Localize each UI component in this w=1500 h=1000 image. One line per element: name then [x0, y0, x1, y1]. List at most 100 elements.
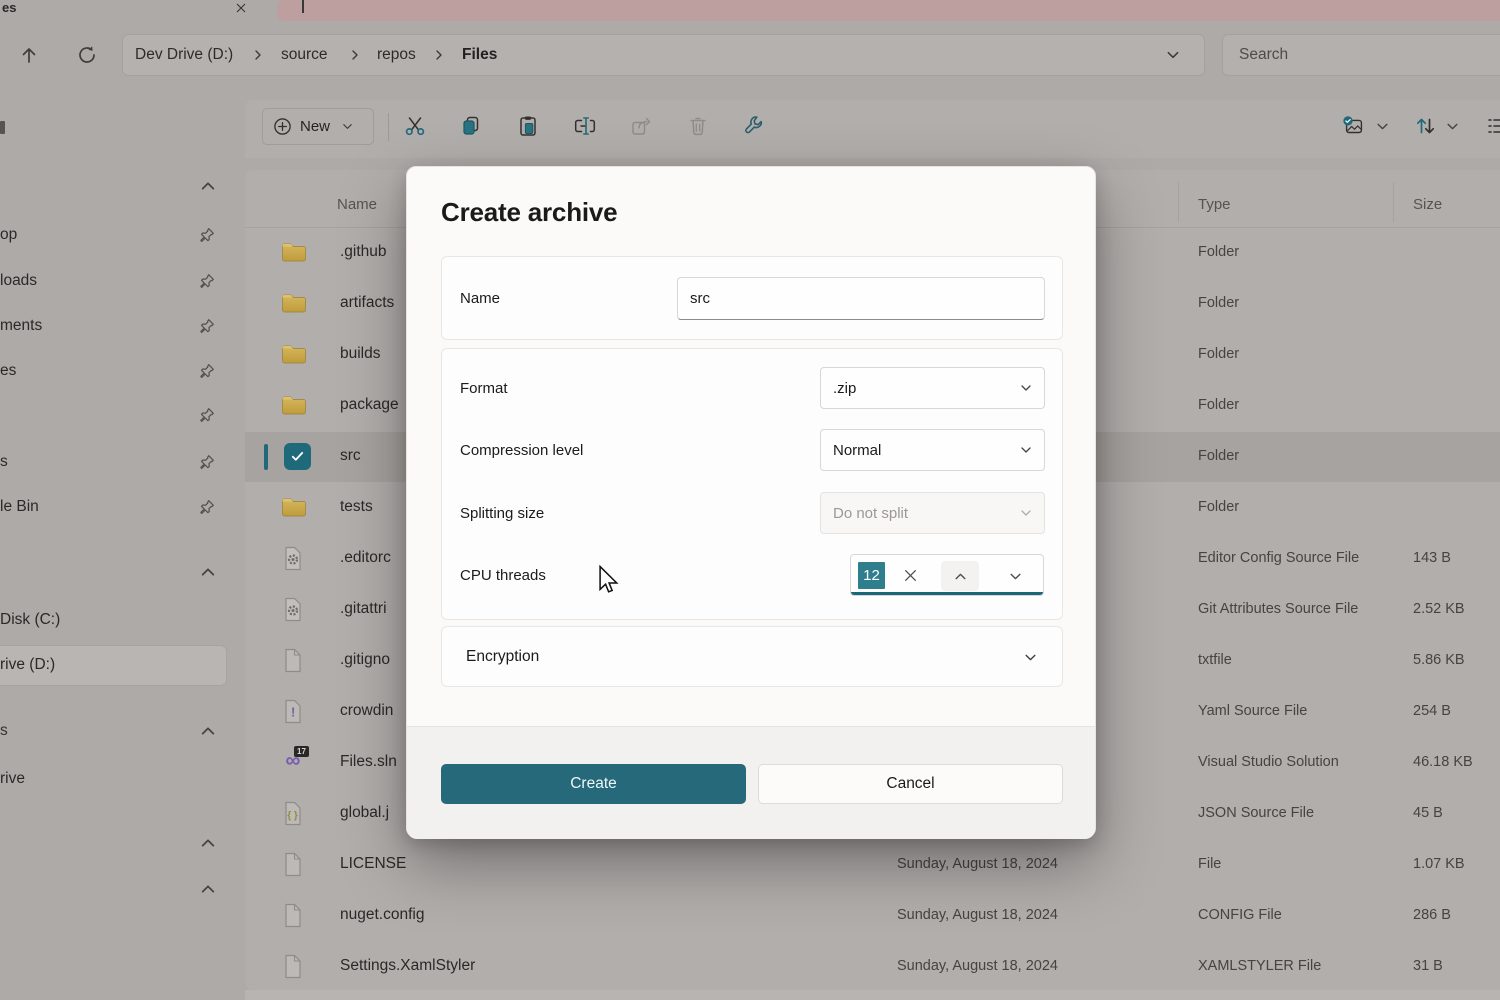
new-button-label: New — [300, 118, 330, 135]
file-icon — [283, 903, 303, 928]
sort-chevron-down-icon[interactable] — [1446, 120, 1459, 133]
column-splitter[interactable] — [1393, 182, 1394, 222]
clear-value-icon[interactable] — [903, 568, 918, 583]
column-header-type[interactable]: Type — [1198, 196, 1231, 213]
search-box[interactable] — [1222, 34, 1500, 76]
encryption-label: Encryption — [466, 648, 539, 666]
tab-close-icon[interactable] — [234, 1, 248, 15]
focus-underline — [851, 592, 1043, 595]
section-collapse-icon[interactable] — [200, 723, 216, 739]
rename-icon[interactable] — [572, 113, 598, 139]
increment-button[interactable] — [941, 561, 979, 591]
json-file-icon: { } — [283, 801, 303, 826]
delete-icon[interactable] — [685, 113, 711, 139]
breadcrumb-item-drive[interactable]: Dev Drive (D:) — [135, 34, 233, 76]
chevron-right-icon — [349, 49, 361, 61]
toolbar-separator — [388, 113, 389, 141]
encryption-expander[interactable]: Encryption — [441, 626, 1063, 687]
sort-icon[interactable] — [1412, 113, 1438, 139]
pin-icon[interactable] — [199, 318, 215, 334]
sidebar-item-local-disk-c[interactable]: Disk (C:) — [0, 611, 60, 631]
search-input[interactable] — [1223, 35, 1500, 75]
column-splitter[interactable] — [1178, 182, 1179, 222]
plus-circle-icon — [273, 117, 292, 136]
view-chevron-down-icon[interactable] — [1376, 120, 1389, 133]
folder-icon — [281, 497, 307, 518]
section-collapse-icon[interactable] — [200, 881, 216, 897]
copy-icon[interactable] — [458, 113, 484, 139]
pin-icon[interactable] — [199, 407, 215, 423]
file-row-nuget-config[interactable]: nuget.config Sunday, August 18, 2024 CON… — [245, 891, 1500, 941]
svg-text:!: ! — [291, 705, 295, 720]
sidebar-item-desktop[interactable]: op — [0, 226, 17, 246]
format-select[interactable]: .zip — [820, 367, 1045, 409]
cpu-threads-label: CPU threads — [460, 567, 546, 584]
sidebar-section-label[interactable]: s — [0, 722, 8, 742]
share-icon[interactable] — [628, 113, 654, 139]
new-tab-fragment[interactable] — [302, 0, 304, 13]
compression-level-select[interactable]: Normal — [820, 429, 1045, 471]
archive-name-input[interactable] — [677, 277, 1045, 320]
section-collapse-icon[interactable] — [200, 835, 216, 851]
tab-title-fragment[interactable]: es — [2, 0, 16, 15]
splitting-size-label: Splitting size — [460, 505, 544, 522]
breadcrumb-item-repos[interactable]: repos — [377, 34, 416, 76]
chevron-right-icon — [252, 49, 264, 61]
sidebar-item-drive[interactable]: rive — [0, 770, 25, 790]
file-icon — [283, 852, 303, 877]
pin-icon[interactable] — [199, 273, 215, 289]
dialog-footer: Create Cancel — [407, 726, 1095, 839]
section-collapse-icon[interactable] — [200, 178, 216, 194]
checkbox-checked-icon[interactable] — [284, 443, 311, 470]
chevron-down-icon — [1020, 507, 1032, 519]
breadcrumb-item-source[interactable]: source — [281, 34, 328, 76]
wrench-icon[interactable] — [742, 113, 768, 139]
column-header-name[interactable]: Name — [337, 196, 377, 213]
sidebar-item-dev-drive-d-label[interactable]: rive (D:) — [0, 656, 55, 676]
file-row-license[interactable]: LICENSE Sunday, August 18, 2024 File 1.0… — [245, 840, 1500, 890]
vs-version-badge: 17 — [294, 746, 309, 757]
pin-icon[interactable] — [199, 454, 215, 470]
compression-level-value: Normal — [833, 442, 881, 459]
new-button[interactable]: New — [262, 108, 374, 145]
splitting-size-select-disabled: Do not split — [820, 492, 1045, 534]
details-list-icon[interactable] — [1486, 113, 1500, 139]
chevron-down-icon — [342, 121, 353, 132]
pin-icon[interactable] — [199, 363, 215, 379]
cpu-threads-spinner[interactable]: 12 — [850, 554, 1044, 596]
sidebar-item-videos[interactable]: s — [0, 453, 8, 473]
sidebar-item-recycle-bin[interactable]: le Bin — [0, 498, 39, 518]
toolbar — [245, 100, 1500, 158]
up-arrow-icon[interactable] — [17, 43, 41, 67]
drives-collapse-icon[interactable] — [200, 564, 216, 580]
breadcrumb-chevron-down-icon[interactable] — [1166, 48, 1180, 62]
chevron-right-icon — [433, 49, 445, 61]
chevron-down-icon[interactable] — [1024, 651, 1037, 664]
cancel-button[interactable]: Cancel — [758, 764, 1063, 804]
selection-indicator — [264, 444, 268, 470]
file-row-settings-xamlstyler[interactable]: Settings.XamlStyler Sunday, August 18, 2… — [245, 942, 1500, 992]
alert-file-icon: ! — [283, 699, 303, 724]
folder-icon — [281, 344, 307, 365]
refresh-icon[interactable] — [75, 43, 99, 67]
sidebar-item-pictures[interactable]: es — [0, 362, 16, 382]
svg-text:{ }: { } — [287, 811, 298, 822]
view-layout-icon[interactable] — [1341, 113, 1367, 139]
pin-icon[interactable] — [199, 499, 215, 515]
paste-icon[interactable] — [515, 113, 541, 139]
sidebar-icon-fragment — [0, 121, 5, 134]
pin-icon[interactable] — [199, 227, 215, 243]
dialog-title: Create archive — [441, 197, 617, 228]
sidebar-item-downloads[interactable]: loads — [0, 272, 37, 292]
chevron-down-icon — [1020, 382, 1032, 394]
sidebar-item-documents[interactable]: ments — [0, 317, 42, 337]
folder-icon — [281, 395, 307, 416]
breadcrumb-item-files[interactable]: Files — [462, 34, 497, 76]
decrement-button[interactable] — [996, 561, 1034, 591]
column-header-size[interactable]: Size — [1413, 196, 1442, 213]
create-button[interactable]: Create — [441, 764, 746, 804]
cut-icon[interactable] — [402, 113, 428, 139]
app-window: es Dev Drive (D:) source repos Files New — [0, 0, 1500, 1000]
cpu-threads-value-selected[interactable]: 12 — [858, 562, 885, 589]
file-icon — [283, 954, 303, 979]
